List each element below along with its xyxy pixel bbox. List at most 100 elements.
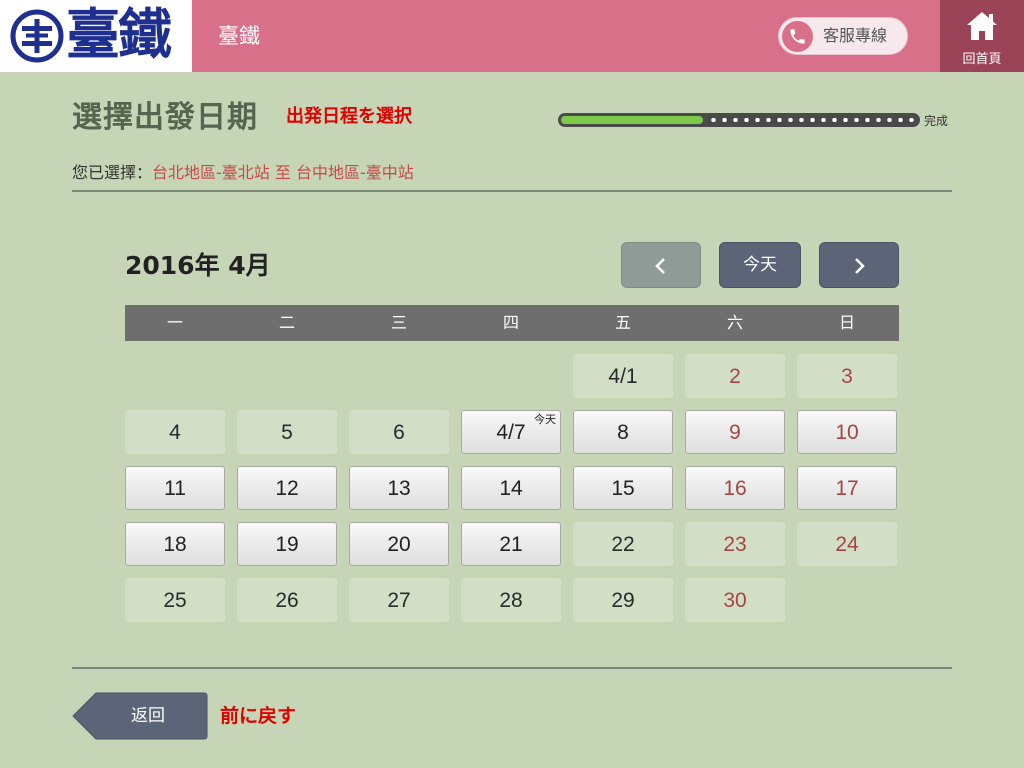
- calendar-day[interactable]: 17: [797, 466, 897, 510]
- calendar-day: 25: [125, 578, 225, 622]
- calendar-day-label: 18: [163, 533, 187, 556]
- back-button[interactable]: 返回: [72, 692, 208, 740]
- home-button[interactable]: 回首頁: [940, 0, 1024, 72]
- calendar-day: 4: [125, 410, 225, 454]
- calendar-day-label: 4: [169, 421, 181, 444]
- selected-route: 台北地區-臺北站 至 台中地區-臺中站: [152, 163, 414, 182]
- calendar-day-label: 26: [275, 589, 299, 612]
- calendar-day-label: 5: [281, 421, 293, 444]
- taiwan-railway-logo-icon: [10, 9, 64, 63]
- calendar-day-label: 20: [387, 533, 411, 556]
- calendar-day-label: 9: [729, 421, 741, 444]
- progress-steps: [708, 118, 914, 122]
- progress-bar: [558, 113, 920, 127]
- calendar-day: 27: [349, 578, 449, 622]
- hotline-label: 客服專線: [823, 26, 888, 45]
- calendar-day: 6: [349, 410, 449, 454]
- divider-bottom: [72, 667, 952, 669]
- calendar-day[interactable]: 21: [461, 522, 561, 566]
- calendar-day[interactable]: 10: [797, 410, 897, 454]
- calendar-day[interactable]: 19: [237, 522, 337, 566]
- calendar-day: 5: [237, 410, 337, 454]
- calendar-day[interactable]: 20: [349, 522, 449, 566]
- customer-hotline-button[interactable]: 客服專線: [778, 17, 908, 55]
- logo-text: 臺鐵: [66, 3, 172, 66]
- calendar-day: 29: [573, 578, 673, 622]
- calendar-day: 26: [237, 578, 337, 622]
- calendar-day: 2: [685, 354, 785, 398]
- calendar-day-label: 11: [164, 477, 186, 500]
- header-title: 臺鐵: [218, 24, 260, 48]
- back-label: 返回: [131, 706, 165, 726]
- back-annotation: 前に戻す: [220, 705, 297, 727]
- calendar-day: 4/1: [573, 354, 673, 398]
- calendar-day[interactable]: 18: [125, 522, 225, 566]
- calendar-day[interactable]: 4/7 今天: [461, 410, 561, 454]
- calendar-day: 22: [573, 522, 673, 566]
- logo[interactable]: 臺鐵: [0, 0, 192, 72]
- calendar-day-label: 3: [841, 365, 853, 388]
- calendar-day[interactable]: 8: [573, 410, 673, 454]
- calendar-day-label: 6: [393, 421, 405, 444]
- calendar-day[interactable]: 9: [685, 410, 785, 454]
- chevron-left-icon: [655, 258, 665, 274]
- phone-icon: [782, 21, 813, 52]
- progress-fill: [561, 116, 703, 124]
- calendar-day-label: 27: [387, 589, 411, 612]
- calendar-day[interactable]: 15: [573, 466, 673, 510]
- calendar-day-label: 22: [611, 533, 635, 556]
- calendar-day-label: 17: [835, 477, 859, 500]
- calendar-day-label: 21: [499, 533, 523, 556]
- weekday-label: 二: [278, 313, 295, 332]
- calendar-month-label: 2016年 4月: [125, 251, 271, 280]
- page-title: 選擇出發日期: [72, 100, 258, 135]
- calendar-day: 30: [685, 578, 785, 622]
- calendar-day: 23: [685, 522, 785, 566]
- calendar-day-label: 19: [275, 533, 299, 556]
- calendar-day-label: 25: [163, 589, 187, 612]
- weekday-label: 五: [614, 313, 631, 332]
- weekday-label: 六: [726, 313, 743, 332]
- selected-prefix: 您已選擇：: [72, 163, 153, 182]
- calendar-day: 24: [797, 522, 897, 566]
- calendar-day-label: 15: [611, 477, 635, 500]
- selected-route-line: 您已選擇：台北地區-臺北站 至 台中地區-臺中站: [72, 162, 414, 184]
- calendar-day-label: 24: [835, 533, 859, 556]
- calendar-day-label: 14: [499, 477, 523, 500]
- weekday-label: 一: [166, 313, 183, 332]
- calendar-day-label: 23: [723, 533, 747, 556]
- top-header: 臺鐵 臺鐵 客服專線 回首頁: [0, 0, 1024, 72]
- calendar-day-label: 4/1: [608, 365, 638, 388]
- home-label: 回首頁: [962, 52, 1002, 67]
- weekday-label: 四: [502, 313, 519, 332]
- weekday-header: 一二三四五六日: [125, 305, 899, 341]
- prev-month-button[interactable]: [621, 242, 701, 288]
- calendar-day[interactable]: 12: [237, 466, 337, 510]
- home-icon: [967, 12, 997, 40]
- calendar-day: 28: [461, 578, 561, 622]
- page-title-annotation: 出発日程を選択: [286, 106, 412, 127]
- calendar-day-label: 10: [835, 421, 859, 444]
- calendar-day-label: 2: [729, 365, 741, 388]
- calendar-day-label: 8: [617, 421, 629, 444]
- calendar-day-label: 13: [387, 477, 411, 500]
- calendar-day-label: 12: [275, 477, 299, 500]
- weekday-label: 日: [838, 313, 855, 332]
- chevron-right-icon: [855, 258, 865, 274]
- calendar-day-label: 4/7: [496, 421, 526, 444]
- calendar-day[interactable]: 16: [685, 466, 785, 510]
- progress-done-label: 完成: [924, 114, 949, 128]
- divider-top: [72, 190, 952, 192]
- calendar-day[interactable]: 14: [461, 466, 561, 510]
- next-month-button[interactable]: [819, 242, 899, 288]
- weekday-label: 三: [390, 313, 407, 332]
- calendar-day[interactable]: 11: [125, 466, 225, 510]
- today-badge: 今天: [534, 414, 556, 426]
- calendar-day[interactable]: 13: [349, 466, 449, 510]
- calendar-day-label: 28: [499, 589, 523, 612]
- calendar-day-label: 29: [611, 589, 635, 612]
- today-button[interactable]: 今天: [719, 242, 801, 288]
- calendar-day-label: 16: [723, 477, 747, 500]
- calendar-day-label: 30: [723, 589, 747, 612]
- calendar-day: 3: [797, 354, 897, 398]
